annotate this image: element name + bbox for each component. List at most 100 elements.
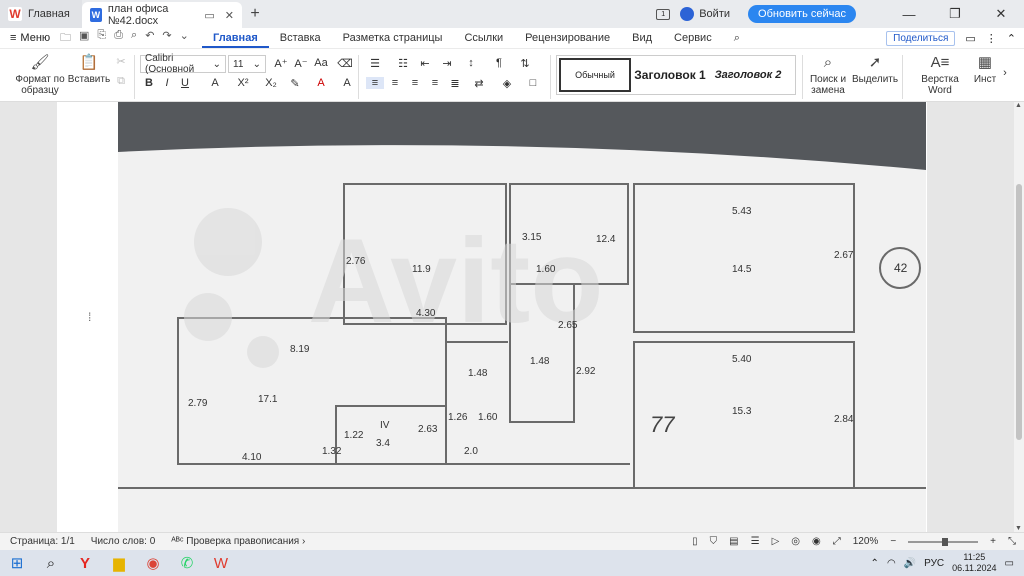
- zoom-in-icon[interactable]: +: [990, 536, 996, 547]
- align-left-icon[interactable]: ≡: [366, 77, 384, 89]
- find-replace-button[interactable]: ⌕ Поиск и замена: [808, 53, 848, 97]
- scroll-up-icon[interactable]: ▲: [1015, 102, 1022, 109]
- format-painter-button[interactable]: 🖌 Формат по образцу: [14, 53, 66, 97]
- login-button[interactable]: Войти: [680, 7, 730, 21]
- new-tab-button[interactable]: +: [242, 5, 268, 23]
- style-heading-2[interactable]: Заголовок 2: [709, 58, 787, 92]
- underline-icon[interactable]: U: [176, 77, 194, 89]
- file-explorer-icon[interactable]: ▆: [102, 550, 136, 576]
- protect-icon[interactable]: ⛉: [710, 536, 718, 547]
- strikethrough-icon[interactable]: A: [206, 77, 224, 89]
- select-button[interactable]: ➚ Выделить: [852, 53, 898, 86]
- zoom-slider[interactable]: [908, 537, 979, 546]
- word-layout-button[interactable]: A≡ Верстка Word: [908, 53, 972, 97]
- bullets-icon[interactable]: ☰: [366, 57, 384, 70]
- page-view-icon[interactable]: ▤: [729, 536, 738, 547]
- update-now-button[interactable]: Обновить сейчас: [748, 5, 856, 23]
- redo-icon[interactable]: ↷: [162, 29, 171, 48]
- floor-plan-image[interactable]: Avito 5.43 2.67 14.5 12.4 3.15 1.60 11.9…: [118, 102, 926, 532]
- align-right-icon[interactable]: ≡: [406, 77, 424, 89]
- page-count[interactable]: Страница: 1/1: [10, 536, 75, 547]
- subscript-icon[interactable]: X₂: [262, 77, 280, 89]
- bold-icon[interactable]: B: [140, 77, 158, 89]
- increase-indent-icon[interactable]: ⇥: [438, 57, 456, 70]
- scroll-down-icon[interactable]: ▼: [1015, 525, 1022, 532]
- drag-handle-icon[interactable]: ⁞: [88, 310, 91, 324]
- qa-dropdown-icon[interactable]: ⌄: [180, 29, 189, 48]
- tools-button[interactable]: ▦ Инст: [974, 53, 996, 86]
- zoom-out-icon[interactable]: −: [890, 536, 896, 547]
- style-heading-1[interactable]: Заголовок 1: [631, 58, 709, 92]
- tab-document[interactable]: W план офиса №42.docx ▭ ✕: [82, 2, 242, 28]
- italic-icon[interactable]: I: [158, 77, 176, 89]
- align-center-icon[interactable]: ≡: [386, 77, 404, 89]
- shading-icon[interactable]: ◈: [498, 77, 516, 90]
- paste-button[interactable]: 📋 Вставить: [66, 53, 112, 86]
- tab-glavnaya[interactable]: Главная: [202, 28, 269, 48]
- spell-check-status[interactable]: ᴬᴮᶜ Проверка правописания ›: [171, 536, 305, 547]
- search-icon[interactable]: ⌕: [34, 550, 68, 576]
- outline-view-icon[interactable]: ☰: [751, 536, 760, 547]
- change-case-icon[interactable]: Aa: [312, 57, 330, 69]
- distribute-icon[interactable]: ≣: [446, 77, 464, 90]
- word-count[interactable]: Число слов: 0: [91, 536, 155, 547]
- zoom-value[interactable]: 120%: [853, 536, 879, 547]
- main-menu-button[interactable]: ≡ Меню: [0, 32, 52, 44]
- share-button[interactable]: Поделиться: [886, 30, 956, 46]
- wifi-icon[interactable]: ◠: [887, 558, 896, 569]
- minimize-button[interactable]: —: [886, 7, 932, 22]
- comments-icon[interactable]: ▭: [965, 32, 975, 45]
- zoom-slider-knob[interactable]: [942, 537, 949, 546]
- keyboard-language[interactable]: РУС: [924, 558, 944, 569]
- window-layout-icon[interactable]: 1: [656, 8, 671, 20]
- tray-chevron-icon[interactable]: ⌃: [871, 558, 879, 569]
- fullscreen-icon[interactable]: ⤢: [833, 536, 841, 547]
- undo-icon[interactable]: ↶: [145, 29, 154, 48]
- whatsapp-icon[interactable]: ✆: [170, 550, 204, 576]
- text-direction-icon[interactable]: ⇄: [470, 77, 488, 90]
- volume-icon[interactable]: 🔊: [904, 558, 916, 569]
- tab-references[interactable]: Ссылки: [453, 28, 514, 48]
- yandex-browser-icon[interactable]: Y: [68, 550, 102, 576]
- chrome-icon[interactable]: ◉: [136, 550, 170, 576]
- eye-protect-icon[interactable]: ◉: [812, 536, 821, 547]
- more-icon[interactable]: ⋮: [986, 32, 997, 45]
- highlight-icon[interactable]: ✎: [286, 77, 304, 90]
- font-color-icon[interactable]: A: [312, 77, 330, 89]
- cut-icon[interactable]: ✂: [112, 55, 130, 68]
- font-name-select[interactable]: Calibri (Основной ⌄: [140, 53, 226, 75]
- borders-icon[interactable]: □: [524, 77, 542, 89]
- windows-start-icon[interactable]: ⊞: [0, 550, 34, 576]
- paragraph-marks-icon[interactable]: ¶: [490, 57, 508, 69]
- decrease-indent-icon[interactable]: ⇤: [416, 57, 434, 70]
- char-shading-icon[interactable]: A: [338, 77, 356, 89]
- clock[interactable]: 11:25 06.11.2024: [952, 552, 996, 574]
- superscript-icon[interactable]: X²: [234, 77, 252, 89]
- line-spacing-icon[interactable]: ↕: [462, 57, 480, 69]
- scrollbar-thumb[interactable]: [1016, 184, 1022, 440]
- save-icon[interactable]: ▣: [79, 29, 89, 48]
- restore-button[interactable]: ❐: [932, 6, 978, 22]
- wps-office-icon[interactable]: W: [204, 550, 238, 576]
- read-mode-icon[interactable]: ▯: [692, 536, 698, 547]
- shrink-font-icon[interactable]: A⁻: [292, 57, 310, 70]
- tab-layout[interactable]: Разметка страницы: [332, 28, 454, 48]
- tab-review[interactable]: Рецензирование: [514, 28, 621, 48]
- collapse-ribbon-icon[interactable]: ⌃: [1007, 32, 1016, 45]
- justify-icon[interactable]: ≡: [426, 77, 444, 89]
- vertical-scrollbar[interactable]: ▲ ▼: [1014, 102, 1024, 532]
- tab-view[interactable]: Вид: [621, 28, 663, 48]
- open-icon[interactable]: 🗀: [60, 29, 71, 48]
- fit-window-icon[interactable]: ⤡: [1008, 536, 1016, 547]
- web-view-icon[interactable]: ◎: [791, 536, 800, 547]
- tab-close-icon[interactable]: ✕: [225, 9, 234, 22]
- clear-format-icon[interactable]: ⌫: [336, 57, 354, 70]
- close-button[interactable]: ✕: [978, 6, 1024, 22]
- sort-icon[interactable]: ⇅: [516, 57, 534, 70]
- play-icon[interactable]: ▷: [772, 536, 780, 547]
- copy-icon[interactable]: ⧉: [112, 75, 130, 88]
- ribbon-scroll-right-icon[interactable]: ›: [996, 67, 1014, 79]
- font-size-select[interactable]: 11 ⌄: [228, 55, 266, 73]
- print-preview-icon[interactable]: ⌕: [131, 29, 137, 48]
- numbering-icon[interactable]: ☷: [394, 57, 412, 70]
